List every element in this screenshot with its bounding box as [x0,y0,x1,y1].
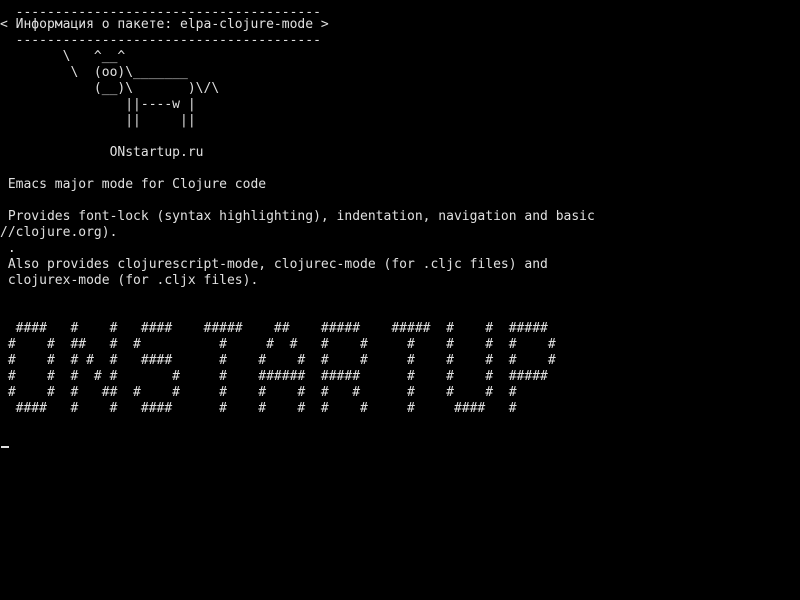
cow-ascii-line: || || [0,113,196,128]
package-description-line: . [0,241,16,256]
cow-ascii-line: (__)\ )\/\ [0,81,220,96]
banner-line: # # # # # # # ###### ##### # # # ##### [0,369,548,384]
package-description-line: Provides font-lock (syntax highlighting)… [0,209,595,224]
terminal-screen[interactable]: --------------------------------------- … [0,0,800,600]
package-summary: Emacs major mode for Clojure code [0,177,267,192]
package-description-line: Also provides clojurescript-mode, clojur… [0,257,548,272]
banner-line: #### # # #### # # # # # # #### # [0,401,517,416]
site-name: ONstartup.ru [0,145,204,160]
cow-ascii-line: \ (oo)\_______ [0,65,188,80]
banner-line: # # ## # # # # # # # # # # # # [0,337,556,352]
banner-line: # # # ## # # # # # # # # # # # [0,385,517,400]
cowsay-bottom-border: --------------------------------------- [0,33,321,48]
cow-ascii-line: \ ^__^ [0,49,126,64]
banner-line: # # # # # #### # # # # # # # # # # [0,353,556,368]
cowsay-message: < Информация о пакете: elpa-clojure-mode… [0,17,329,32]
package-description-line: //clojure.org). [0,225,118,240]
banner-line: #### # # #### ##### ## ##### ##### # # #… [0,321,548,336]
text-cursor [1,446,9,448]
package-description-line: clojurex-mode (for .cljx files). [0,273,259,288]
cow-ascii-line: ||----w | [0,97,196,112]
